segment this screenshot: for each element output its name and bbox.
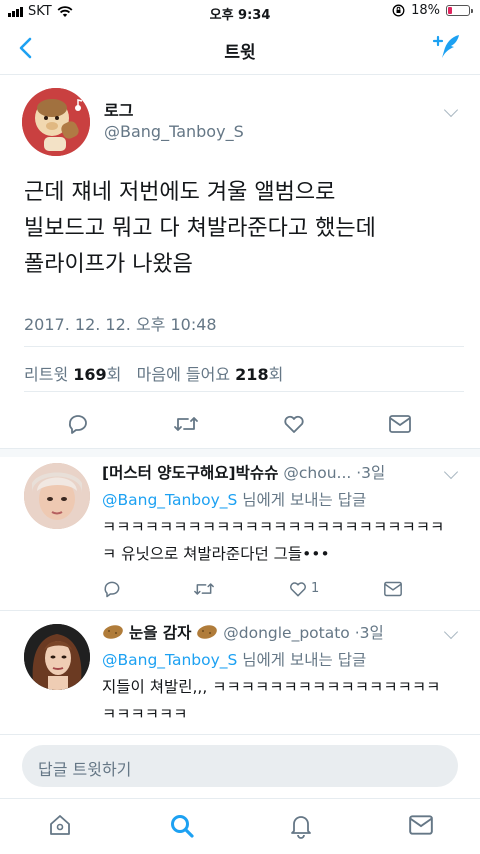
reply-text: 지들이 쳐발린,,, ㅋㅋㅋㅋㅋㅋㅋㅋㅋㅋㅋㅋㅋㅋㅋㅋㅋㅋㅋㅋㅋㅋ	[102, 678, 441, 723]
main-tweet-actions	[0, 410, 480, 438]
search-icon[interactable]	[169, 813, 195, 839]
like-unit: 회	[268, 365, 284, 384]
replying-to: @Bang_Tanboy_S 님에게 보내는 답글	[102, 648, 366, 670]
reply-header: 눈을 감자 @dongle_potato ·3일	[102, 621, 384, 643]
potato-icon	[103, 625, 123, 639]
battery-icon	[446, 5, 473, 16]
chevron-down-icon[interactable]	[443, 102, 459, 118]
reply-icon[interactable]	[66, 412, 90, 436]
share-via-message-icon[interactable]	[383, 580, 403, 598]
tab-bar	[0, 798, 480, 854]
replying-to-suffix: 님에게 보내는 답글	[237, 651, 367, 669]
reply-tweet[interactable]: 눈을 감자 @dongle_potato ·3일 @Bang_Tanboy_S …	[0, 617, 480, 735]
tweet-timestamp: 2017. 12. 12. 오후 10:48	[24, 315, 217, 334]
home-icon[interactable]	[48, 813, 72, 837]
divider	[24, 346, 464, 347]
reply-author-handle[interactable]: @chou...	[283, 464, 351, 482]
replying-to: @Bang_Tanboy_S 님에게 보내는 답글	[102, 488, 366, 510]
reply-author-name[interactable]: [머스터 양도구해요]박슈슈	[102, 464, 278, 482]
person-photo-icon	[24, 624, 90, 690]
reply-date: ·3일	[356, 464, 386, 482]
retweet-icon[interactable]	[193, 579, 215, 599]
compose-tweet-icon[interactable]	[432, 32, 462, 62]
nav-bar: 트윗	[0, 24, 480, 75]
tweet-stats[interactable]: 리트윗 169회 마음에 들어요 218회	[24, 361, 283, 385]
tweet-text: 근데 쟤네 저번에도 겨울 앨범으로 빌보드고 뭐고 다 쳐발라준다고 했는데 …	[24, 175, 464, 283]
like-icon[interactable]	[288, 579, 308, 599]
retweet-count: 169	[73, 365, 107, 384]
reply-author-name[interactable]: 눈을 감자	[129, 624, 191, 642]
page-title: 트윗	[224, 43, 256, 63]
divider	[24, 391, 464, 392]
lion-character-icon	[22, 88, 90, 156]
like-label: 마음에 들어요	[136, 365, 231, 384]
retweet-label: 리트윗	[24, 365, 69, 384]
reply-input-placeholder: 답글 트윗하기	[38, 760, 132, 779]
notifications-icon[interactable]	[289, 813, 313, 839]
replying-to-suffix: 님에게 보내는 답글	[237, 491, 367, 509]
reply-tweet[interactable]: [머스터 양도구해요]박슈슈 @chou... ·3일 @Bang_Tanboy…	[0, 457, 480, 609]
like-icon[interactable]	[282, 412, 306, 436]
section-divider	[0, 448, 480, 457]
chevron-down-icon[interactable]	[443, 624, 459, 640]
retweet-unit: 회	[106, 365, 122, 384]
status-bar: SKT 오후 9:34 18%	[0, 0, 480, 24]
messages-icon[interactable]	[408, 813, 434, 837]
author-avatar[interactable]	[22, 88, 90, 156]
orientation-lock-icon	[392, 4, 405, 17]
reply-composer: 답글 트윗하기	[0, 734, 480, 799]
reply-actions: 1	[0, 579, 480, 601]
reply-like-count: 1	[311, 581, 320, 596]
chevron-down-icon[interactable]	[443, 464, 459, 480]
replying-to-handle[interactable]: @Bang_Tanboy_S	[102, 651, 237, 669]
replying-to-handle[interactable]: @Bang_Tanboy_S	[102, 491, 237, 509]
author-name[interactable]: 로그	[104, 97, 133, 121]
reply-date: ·3일	[354, 624, 384, 642]
person-photo-icon	[24, 463, 90, 529]
battery-percent: 18%	[411, 3, 440, 18]
reply-icon[interactable]	[102, 579, 122, 599]
tweet-text-line: 빌보드고 뭐고 다 쳐발라준다고 했는데	[24, 216, 376, 241]
reply-input[interactable]: 답글 트윗하기	[22, 745, 458, 787]
reply-text: ㅋㅋㅋㅋㅋㅋㅋㅋㅋㅋㅋㅋㅋㅋㅋㅋㅋㅋㅋㅋㅋㅋㅋㅋㅋ 유닛으로 쳐발라준다던 그들…	[102, 518, 445, 563]
like-count: 218	[235, 365, 269, 384]
share-via-message-icon[interactable]	[388, 413, 412, 435]
divider	[0, 610, 480, 611]
reply-avatar[interactable]	[24, 624, 90, 690]
reply-author-handle[interactable]: @dongle_potato	[223, 624, 350, 642]
tweet-text-line: 근데 쟤네 저번에도 겨울 앨범으로	[24, 180, 336, 205]
tweet-text-line: 폴라이프가 나왔음	[24, 252, 193, 277]
potato-icon	[197, 625, 218, 639]
reply-header: [머스터 양도구해요]박슈슈 @chou... ·3일	[102, 461, 385, 483]
reply-avatar[interactable]	[24, 463, 90, 529]
author-handle[interactable]: @Bang_Tanboy_S	[104, 122, 244, 141]
retweet-icon[interactable]	[173, 412, 199, 436]
